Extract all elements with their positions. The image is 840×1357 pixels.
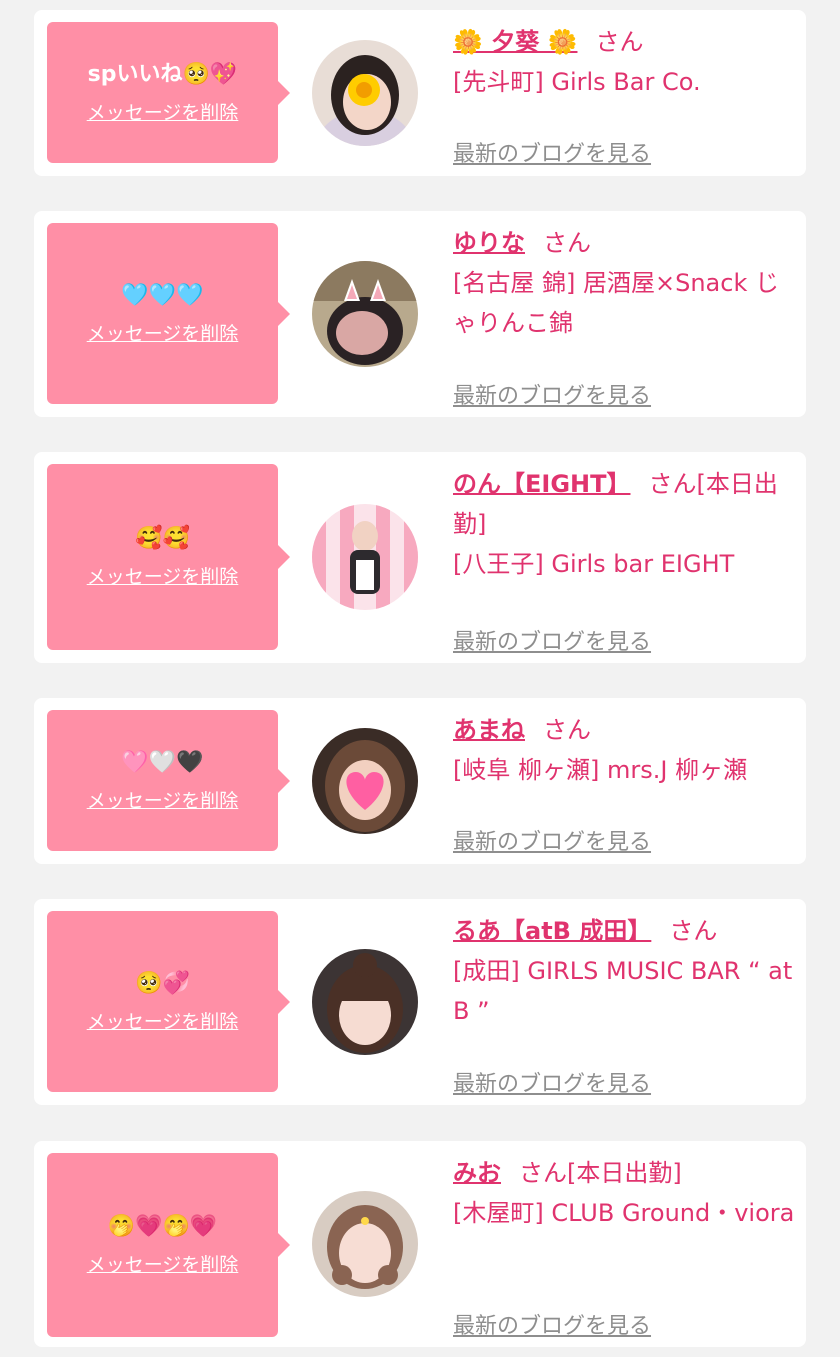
entry-info: みお さん[本日出勤] [木屋町] CLUB Ground・viora 最新のブロ… <box>453 1153 798 1339</box>
message-bubble: 🩷🤍🖤 メッセージを削除 <box>47 710 290 851</box>
name-suffix: さん[本日出勤] <box>519 1159 682 1187</box>
shop-text: [木屋町] CLUB Ground・viora <box>453 1199 795 1227</box>
message-card: 🩵🩵🩵 メッセージを削除 ゆりな さん [名古屋 錦] 居酒屋×Snack じゃり… <box>34 211 806 417</box>
delete-message-link[interactable]: メッセージを削除 <box>87 1253 239 1277</box>
sender-name-link[interactable]: ゆりな <box>453 229 525 257</box>
entry-info: のん【EIGHT】 さん[本日出勤] [八王子] Girls bar EIGHT … <box>453 464 798 655</box>
entry-info: ゆりな さん [名古屋 錦] 居酒屋×Snack じゃりんこ錦 最新のブログを見る <box>453 223 798 409</box>
message-text: 🩷🤍🖤 <box>121 749 204 775</box>
shop-text: [先斗町] Girls Bar Co. <box>453 68 701 96</box>
avatar[interactable] <box>312 504 418 610</box>
avatar[interactable] <box>312 949 418 1055</box>
message-bubble: spいいね🥺💖 メッセージを削除 <box>47 22 290 163</box>
shop-text: [名古屋 錦] 居酒屋×Snack じゃりんこ錦 <box>453 269 779 337</box>
message-bubble: 🥰🥰 メッセージを削除 <box>47 464 290 650</box>
avatar[interactable] <box>312 1191 418 1297</box>
message-card: 🩷🤍🖤 メッセージを削除 あまね さん [岐阜 柳ヶ瀬] mrs.J 柳ヶ瀬 最新… <box>34 698 806 864</box>
avatar[interactable] <box>312 261 418 367</box>
message-text: 🤭💗🤭💗 <box>107 1214 218 1239</box>
message-text: 🥰🥰 <box>135 526 190 551</box>
entry-info: るあ【atB 成田】 さん [成田] GIRLS MUSIC BAR “ at B… <box>453 911 798 1097</box>
sender-name-link[interactable]: みお <box>453 1159 501 1187</box>
avatar[interactable] <box>312 40 418 146</box>
shop-text: [八王子] Girls bar EIGHT <box>453 550 735 578</box>
entry-info: 🌼 夕葵 🌼 さん [先斗町] Girls Bar Co. 最新のブログを見る <box>453 22 798 167</box>
delete-message-link[interactable]: メッセージを削除 <box>87 322 239 346</box>
name-suffix: さん <box>595 28 644 56</box>
delete-message-link[interactable]: メッセージを削除 <box>87 101 239 125</box>
latest-blog-link[interactable]: 最新のブログを見る <box>453 1066 651 1098</box>
latest-blog-link[interactable]: 最新のブログを見る <box>453 824 651 856</box>
delete-message-link[interactable]: メッセージを削除 <box>87 565 239 589</box>
sender-name-link[interactable]: あまね <box>453 716 525 744</box>
delete-message-link[interactable]: メッセージを削除 <box>87 789 239 813</box>
latest-blog-link[interactable]: 最新のブログを見る <box>453 1308 651 1340</box>
message-bubble: 🤭💗🤭💗 メッセージを削除 <box>47 1153 290 1337</box>
sender-name-link[interactable]: のん【EIGHT】 <box>453 470 630 498</box>
latest-blog-link[interactable]: 最新のブログを見る <box>453 624 651 656</box>
name-suffix: さん <box>543 229 591 257</box>
sender-name-link[interactable]: るあ【atB 成田】 <box>453 917 651 945</box>
message-text: spいいね🥺💖 <box>87 61 238 87</box>
message-bubble: 🥺💞 メッセージを削除 <box>47 911 290 1092</box>
message-text: 🥺💞 <box>135 970 190 996</box>
avatar[interactable] <box>312 728 418 834</box>
message-bubble: 🩵🩵🩵 メッセージを削除 <box>47 223 290 404</box>
message-text: 🩵🩵🩵 <box>121 282 204 308</box>
message-card: spいいね🥺💖 メッセージを削除 🌼 夕葵 🌼 さん [先斗町] Girls Ba… <box>34 10 806 176</box>
delete-message-link[interactable]: メッセージを削除 <box>87 1010 239 1034</box>
shop-text: [岐阜 柳ヶ瀬] mrs.J 柳ヶ瀬 <box>453 756 748 784</box>
message-card: 🥰🥰 メッセージを削除 のん【EIGHT】 さん[本日出勤] [八王子] Girl… <box>34 452 806 663</box>
message-card: 🤭💗🤭💗 メッセージを削除 みお さん[本日出勤] [木屋町] CLUB Grou… <box>34 1141 806 1347</box>
entry-info: あまね さん [岐阜 柳ヶ瀬] mrs.J 柳ヶ瀬 最新のブログを見る <box>453 710 798 855</box>
message-card: 🥺💞 メッセージを削除 るあ【atB 成田】 さん [成田] GIRLS MUSI… <box>34 899 806 1105</box>
latest-blog-link[interactable]: 最新のブログを見る <box>453 378 651 410</box>
name-suffix: さん <box>543 716 591 744</box>
latest-blog-link[interactable]: 最新のブログを見る <box>453 136 651 168</box>
name-suffix: さん <box>669 917 718 945</box>
shop-text: [成田] GIRLS MUSIC BAR “ at B ” <box>453 957 793 1025</box>
sender-name-link[interactable]: 🌼 夕葵 🌼 <box>453 28 577 56</box>
